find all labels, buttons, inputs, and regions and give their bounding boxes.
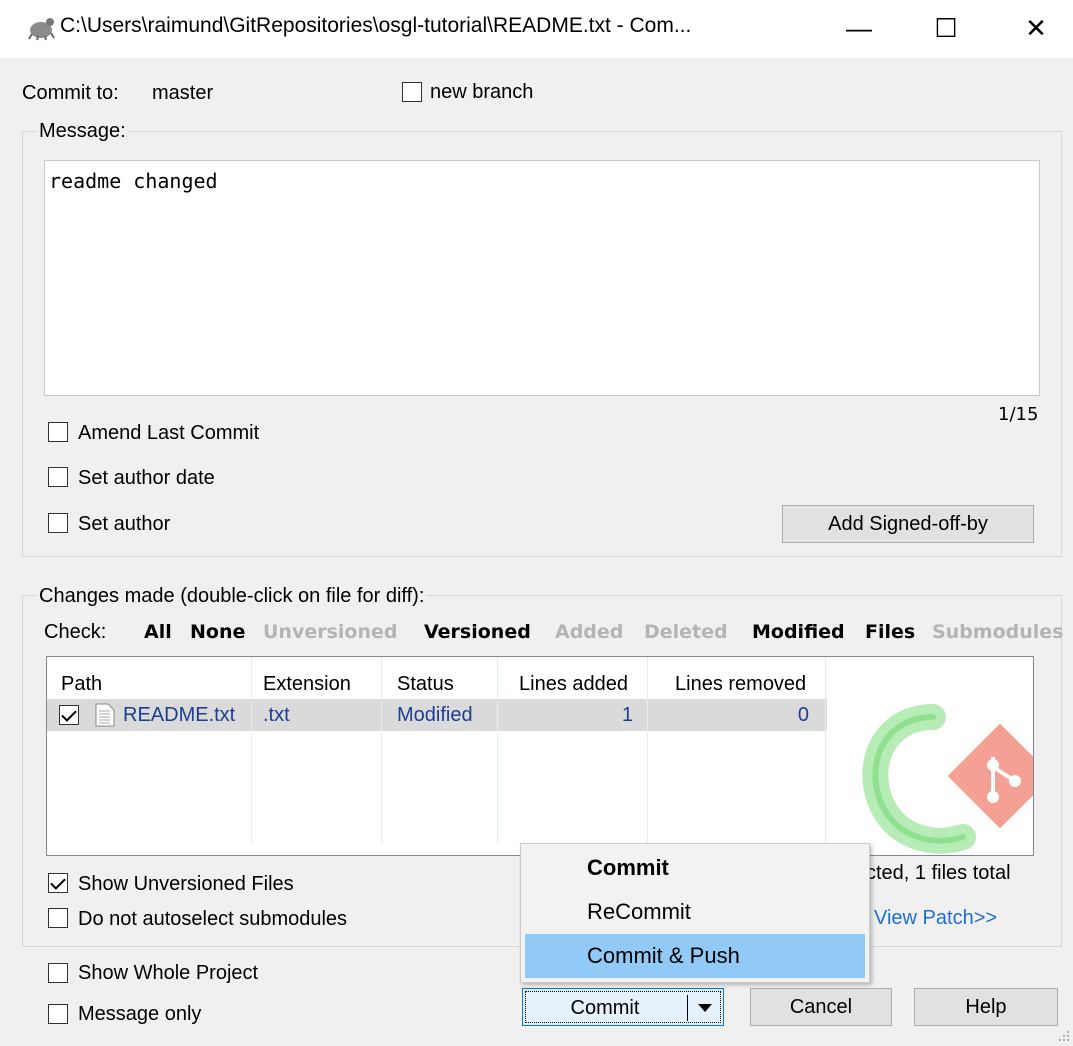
set-author-date-checkbox[interactable] (48, 467, 68, 487)
view-patch-link[interactable]: View Patch>> (874, 907, 997, 930)
table-row[interactable]: README.txt .txt Modified 1 0 (47, 699, 827, 731)
check-versioned-link[interactable]: Versioned (424, 621, 531, 643)
title-bar: C:\Users\raimund\GitRepositories\osgl-tu… (0, 0, 1073, 58)
changes-file-list[interactable]: Path Extension Status Lines added Lines … (46, 656, 1034, 856)
file-lines-added: 1 (621, 704, 633, 726)
new-branch-label[interactable]: new branch (430, 81, 533, 104)
check-unversioned-link: Unversioned (263, 621, 398, 643)
show-unversioned-checkbox[interactable] (48, 873, 68, 893)
no-autoselect-submodules-label[interactable]: Do not autoselect submodules (78, 908, 347, 931)
maximize-button[interactable]: ☐ (915, 0, 977, 58)
column-separator (647, 657, 648, 843)
check-added-link: Added (555, 621, 624, 643)
window-title: C:\Users\raimund\GitRepositories\osgl-tu… (60, 14, 692, 37)
column-header-path[interactable]: Path (61, 673, 102, 696)
message-only-checkbox[interactable] (48, 1004, 68, 1024)
show-whole-project-label[interactable]: Show Whole Project (78, 962, 258, 985)
check-none-link[interactable]: None (190, 621, 245, 643)
selection-summary: cted, 1 files total (866, 862, 1011, 884)
file-row-checkbox[interactable] (59, 705, 79, 725)
check-all-link[interactable]: All (144, 621, 172, 643)
column-header-lines-added[interactable]: Lines added (519, 673, 628, 696)
check-files-link[interactable]: Files (865, 621, 915, 643)
set-author-label[interactable]: Set author (78, 513, 170, 536)
file-lines-removed: 0 (797, 704, 809, 726)
column-header-extension[interactable]: Extension (263, 673, 351, 696)
branch-name: master (152, 82, 214, 104)
message-counter: 1/15 (998, 404, 1039, 425)
column-separator (251, 657, 252, 843)
menu-item-commit[interactable]: Commit (521, 846, 869, 890)
menu-item-recommit[interactable]: ReCommit (521, 890, 869, 934)
commit-split-button[interactable]: Commit (522, 988, 724, 1026)
show-whole-project-checkbox[interactable] (48, 963, 68, 983)
no-autoselect-submodules-checkbox[interactable] (48, 908, 68, 928)
column-separator (381, 657, 382, 843)
cancel-button[interactable]: Cancel (750, 988, 892, 1026)
commit-to-label: Commit to: (22, 82, 119, 104)
column-separator (825, 657, 826, 843)
file-extension: .txt (263, 704, 290, 726)
check-submodules-link: Submodules (932, 621, 1064, 643)
file-status: Modified (397, 704, 473, 726)
minimize-button[interactable]: — (828, 0, 890, 58)
maximize-icon: ☐ (934, 13, 958, 43)
column-separator (497, 657, 498, 843)
show-unversioned-label[interactable]: Show Unversioned Files (78, 873, 294, 896)
commit-message-text: readme changed (49, 169, 218, 193)
split-divider (687, 995, 688, 1021)
tortoisegit-logo-icon (862, 704, 1033, 854)
check-label: Check: (44, 621, 107, 643)
message-only-label[interactable]: Message only (78, 1003, 201, 1026)
amend-checkbox[interactable] (48, 422, 68, 442)
check-deleted-link: Deleted (644, 621, 728, 643)
text-file-icon (95, 703, 115, 727)
amend-label[interactable]: Amend Last Commit (78, 422, 259, 445)
dropdown-arrow-icon[interactable] (697, 1003, 713, 1013)
changes-legend: Changes made (double-click on file for d… (36, 585, 428, 608)
resize-grip-icon[interactable] (1058, 1030, 1070, 1042)
new-branch-checkbox[interactable] (402, 82, 422, 102)
set-author-date-label[interactable]: Set author date (78, 467, 215, 490)
tortoisegit-icon (28, 18, 55, 41)
check-modified-link[interactable]: Modified (752, 621, 845, 643)
column-header-status[interactable]: Status (397, 673, 454, 696)
menu-item-commit-and-push[interactable]: Commit & Push (525, 934, 865, 978)
commit-message-editor[interactable]: readme changed (44, 160, 1040, 396)
commit-button-label[interactable]: Commit (523, 997, 687, 1020)
close-icon: ✕ (1025, 13, 1047, 43)
add-signed-off-by-button[interactable]: Add Signed-off-by (782, 505, 1034, 543)
set-author-checkbox[interactable] (48, 513, 68, 533)
minimize-icon: — (846, 13, 872, 43)
file-path: README.txt (123, 704, 236, 726)
message-legend: Message: (36, 120, 129, 143)
column-header-lines-removed[interactable]: Lines removed (675, 673, 806, 696)
help-button[interactable]: Help (914, 988, 1058, 1026)
commit-dropdown-menu: Commit ReCommit Commit & Push (520, 843, 870, 983)
close-button[interactable]: ✕ (1005, 0, 1067, 58)
